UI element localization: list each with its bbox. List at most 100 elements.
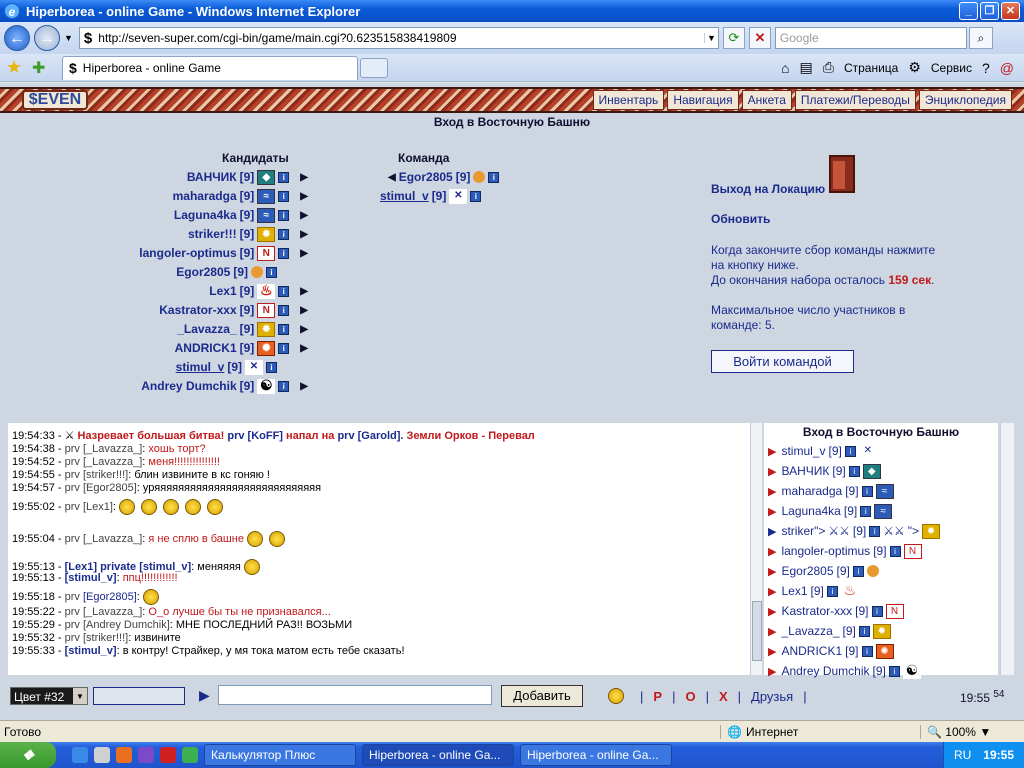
search-icon[interactable]: ⌕: [968, 27, 993, 49]
candidate-row[interactable]: Andrey Dumchik [9] ☯ i ▶: [141, 377, 308, 395]
help-icon[interactable]: ?: [982, 60, 990, 76]
start-button[interactable]: ❖: [0, 742, 56, 768]
task-calculator[interactable]: Калькулятор Плюс: [204, 744, 356, 766]
list-item[interactable]: ▶ Egor2805 [9] i: [764, 561, 998, 581]
info-icon[interactable]: i: [278, 171, 290, 183]
add-arrow-icon[interactable]: ▶: [300, 286, 308, 297]
stop-icon[interactable]: ✕: [748, 27, 771, 49]
team-member-row[interactable]: stimul_v [9] ✕ i: [380, 187, 482, 205]
candidate-row[interactable]: langoler-optimus [9] Ni ▶: [139, 244, 308, 262]
print-icon[interactable]: ⎙: [823, 59, 834, 76]
info-icon[interactable]: i: [278, 380, 290, 392]
team-member-row[interactable]: ◀ Egor2805 [9] i: [388, 168, 500, 186]
list-item[interactable]: ▶ Lex1 [9] i ♨: [764, 581, 998, 601]
list-item[interactable]: ▶ stimul_v [9] i ✕: [764, 441, 998, 461]
nav-inventory[interactable]: Инвентарь: [592, 90, 665, 110]
maximize-button[interactable]: ❐: [980, 2, 999, 20]
add-arrow-icon[interactable]: ▶: [300, 381, 308, 392]
add-arrow-icon[interactable]: ▶: [300, 172, 308, 183]
join-team-button[interactable]: Войти командой: [711, 350, 854, 373]
minimize-button[interactable]: _: [959, 2, 978, 20]
nav-profile[interactable]: Анкета: [741, 90, 792, 110]
candidate-row[interactable]: _Lavazza_ [9] ✹ i ▶: [177, 320, 308, 338]
close-button[interactable]: ✕: [1001, 2, 1020, 20]
user-list-scrollbar[interactable]: [1000, 423, 1014, 675]
refresh-link[interactable]: Обновить: [711, 212, 770, 226]
chat-scrollbar-thumb[interactable]: [752, 601, 762, 661]
door-icon[interactable]: [829, 155, 855, 193]
list-item[interactable]: ▶ ANDRICK1 [9] i ✺: [764, 641, 998, 661]
add-arrow-icon[interactable]: ▶: [300, 229, 308, 240]
list-item[interactable]: ▶ striker"> ⚔⚔ [9] i ⚔⚔ "> ✹: [764, 521, 998, 541]
calc-icon[interactable]: [94, 747, 110, 763]
info-icon[interactable]: i: [278, 190, 290, 202]
search-input[interactable]: Google: [774, 27, 967, 49]
private-link[interactable]: P: [653, 689, 662, 704]
list-item[interactable]: ▶ Laguna4ka [9] i ≈: [764, 501, 998, 521]
candidate-row[interactable]: ANDRICK1 [9] ✺ i ▶: [175, 339, 308, 357]
list-item[interactable]: ▶ _Lavazza_ [9] i ✹: [764, 621, 998, 641]
new-tab-button[interactable]: [360, 57, 388, 78]
info-icon[interactable]: i: [266, 266, 277, 278]
recipient-input[interactable]: [93, 687, 185, 705]
close-link[interactable]: X: [719, 689, 728, 704]
app-icon[interactable]: [138, 747, 154, 763]
candidate-row[interactable]: Lex1 [9] ♨ i ▶: [209, 282, 308, 300]
list-item[interactable]: ▶ maharadga [9] i ≈: [764, 481, 998, 501]
exit-location-link[interactable]: Выход на Локацию: [711, 182, 825, 196]
add-arrow-icon[interactable]: ▶: [300, 343, 308, 354]
clear-link[interactable]: O: [685, 689, 695, 704]
list-item[interactable]: ▶ ВАНЧИК [9] i ◆: [764, 461, 998, 481]
candidate-row[interactable]: stimul_v [9] ✕ i: [176, 358, 277, 376]
history-dropdown-icon[interactable]: ▼: [64, 33, 73, 43]
task-hiperborea-1[interactable]: Hiperborea - online Ga...: [362, 744, 514, 766]
list-item[interactable]: ▶ Kastrator-xxx [9] i N: [764, 601, 998, 621]
forward-button[interactable]: →: [34, 25, 60, 51]
tab-hiperborea[interactable]: $ Hiperborea - online Game: [62, 55, 358, 80]
add-arrow-icon[interactable]: ▶: [300, 324, 308, 335]
feeds-icon[interactable]: ▤: [800, 59, 813, 76]
tools-menu[interactable]: Сервис: [931, 61, 972, 75]
candidate-row[interactable]: ВАНЧИК [9] ◆ i ▶: [187, 168, 308, 186]
chat-scrollbar[interactable]: [750, 423, 762, 675]
refresh-icon[interactable]: ⟳: [722, 27, 745, 49]
list-item[interactable]: ▶ Andrey Dumchik [9] i ☯: [764, 661, 998, 681]
research-icon[interactable]: @: [1000, 60, 1014, 76]
friends-link[interactable]: Друзья: [751, 689, 793, 704]
message-input[interactable]: [218, 685, 492, 705]
info-icon[interactable]: i: [488, 171, 500, 183]
chrome-icon[interactable]: [182, 747, 198, 763]
add-favorite-icon[interactable]: ✚: [32, 58, 54, 78]
send-arrow-icon[interactable]: ▶: [199, 687, 210, 704]
address-dropdown-icon[interactable]: ▼: [703, 33, 718, 43]
favorites-star-icon[interactable]: ★: [6, 57, 26, 78]
info-icon[interactable]: i: [266, 361, 277, 373]
candidate-row[interactable]: striker!!! [9] ✹ i ▶: [188, 225, 308, 243]
task-hiperborea-2[interactable]: Hiperborea - online Ga...: [520, 744, 672, 766]
nav-navigation[interactable]: Навигация: [667, 90, 739, 110]
game-logo[interactable]: $EVEN: [22, 90, 88, 110]
color-select[interactable]: Цвет #32 ▼: [10, 687, 88, 705]
candidate-row[interactable]: Egor2805 [9] i: [176, 263, 277, 281]
smiley-picker-icon[interactable]: [608, 688, 624, 704]
info-icon[interactable]: i: [278, 304, 290, 316]
add-arrow-icon[interactable]: ▶: [300, 191, 308, 202]
address-bar[interactable]: $ http://seven-super.com/cgi-bin/game/ma…: [78, 27, 719, 49]
language-indicator[interactable]: RU: [954, 748, 971, 762]
list-item[interactable]: ▶ langoler-optimus [9] i N: [764, 541, 998, 561]
info-icon[interactable]: i: [278, 342, 290, 354]
opera-icon[interactable]: [160, 747, 176, 763]
remove-arrow-icon[interactable]: ◀: [388, 172, 396, 183]
info-icon[interactable]: i: [278, 209, 290, 221]
firefox-icon[interactable]: [116, 747, 132, 763]
home-icon[interactable]: ⌂: [781, 60, 789, 76]
back-button[interactable]: ←: [4, 25, 30, 51]
candidate-row[interactable]: maharadga [9] ≈ i ▶: [173, 187, 308, 205]
info-icon[interactable]: i: [278, 323, 290, 335]
add-message-button[interactable]: Добавить: [501, 685, 583, 707]
add-arrow-icon[interactable]: ▶: [300, 248, 308, 259]
info-icon[interactable]: i: [278, 285, 290, 297]
info-icon[interactable]: i: [278, 247, 290, 259]
add-arrow-icon[interactable]: ▶: [300, 305, 308, 316]
nav-payments[interactable]: Платежи/Переводы: [794, 90, 916, 110]
